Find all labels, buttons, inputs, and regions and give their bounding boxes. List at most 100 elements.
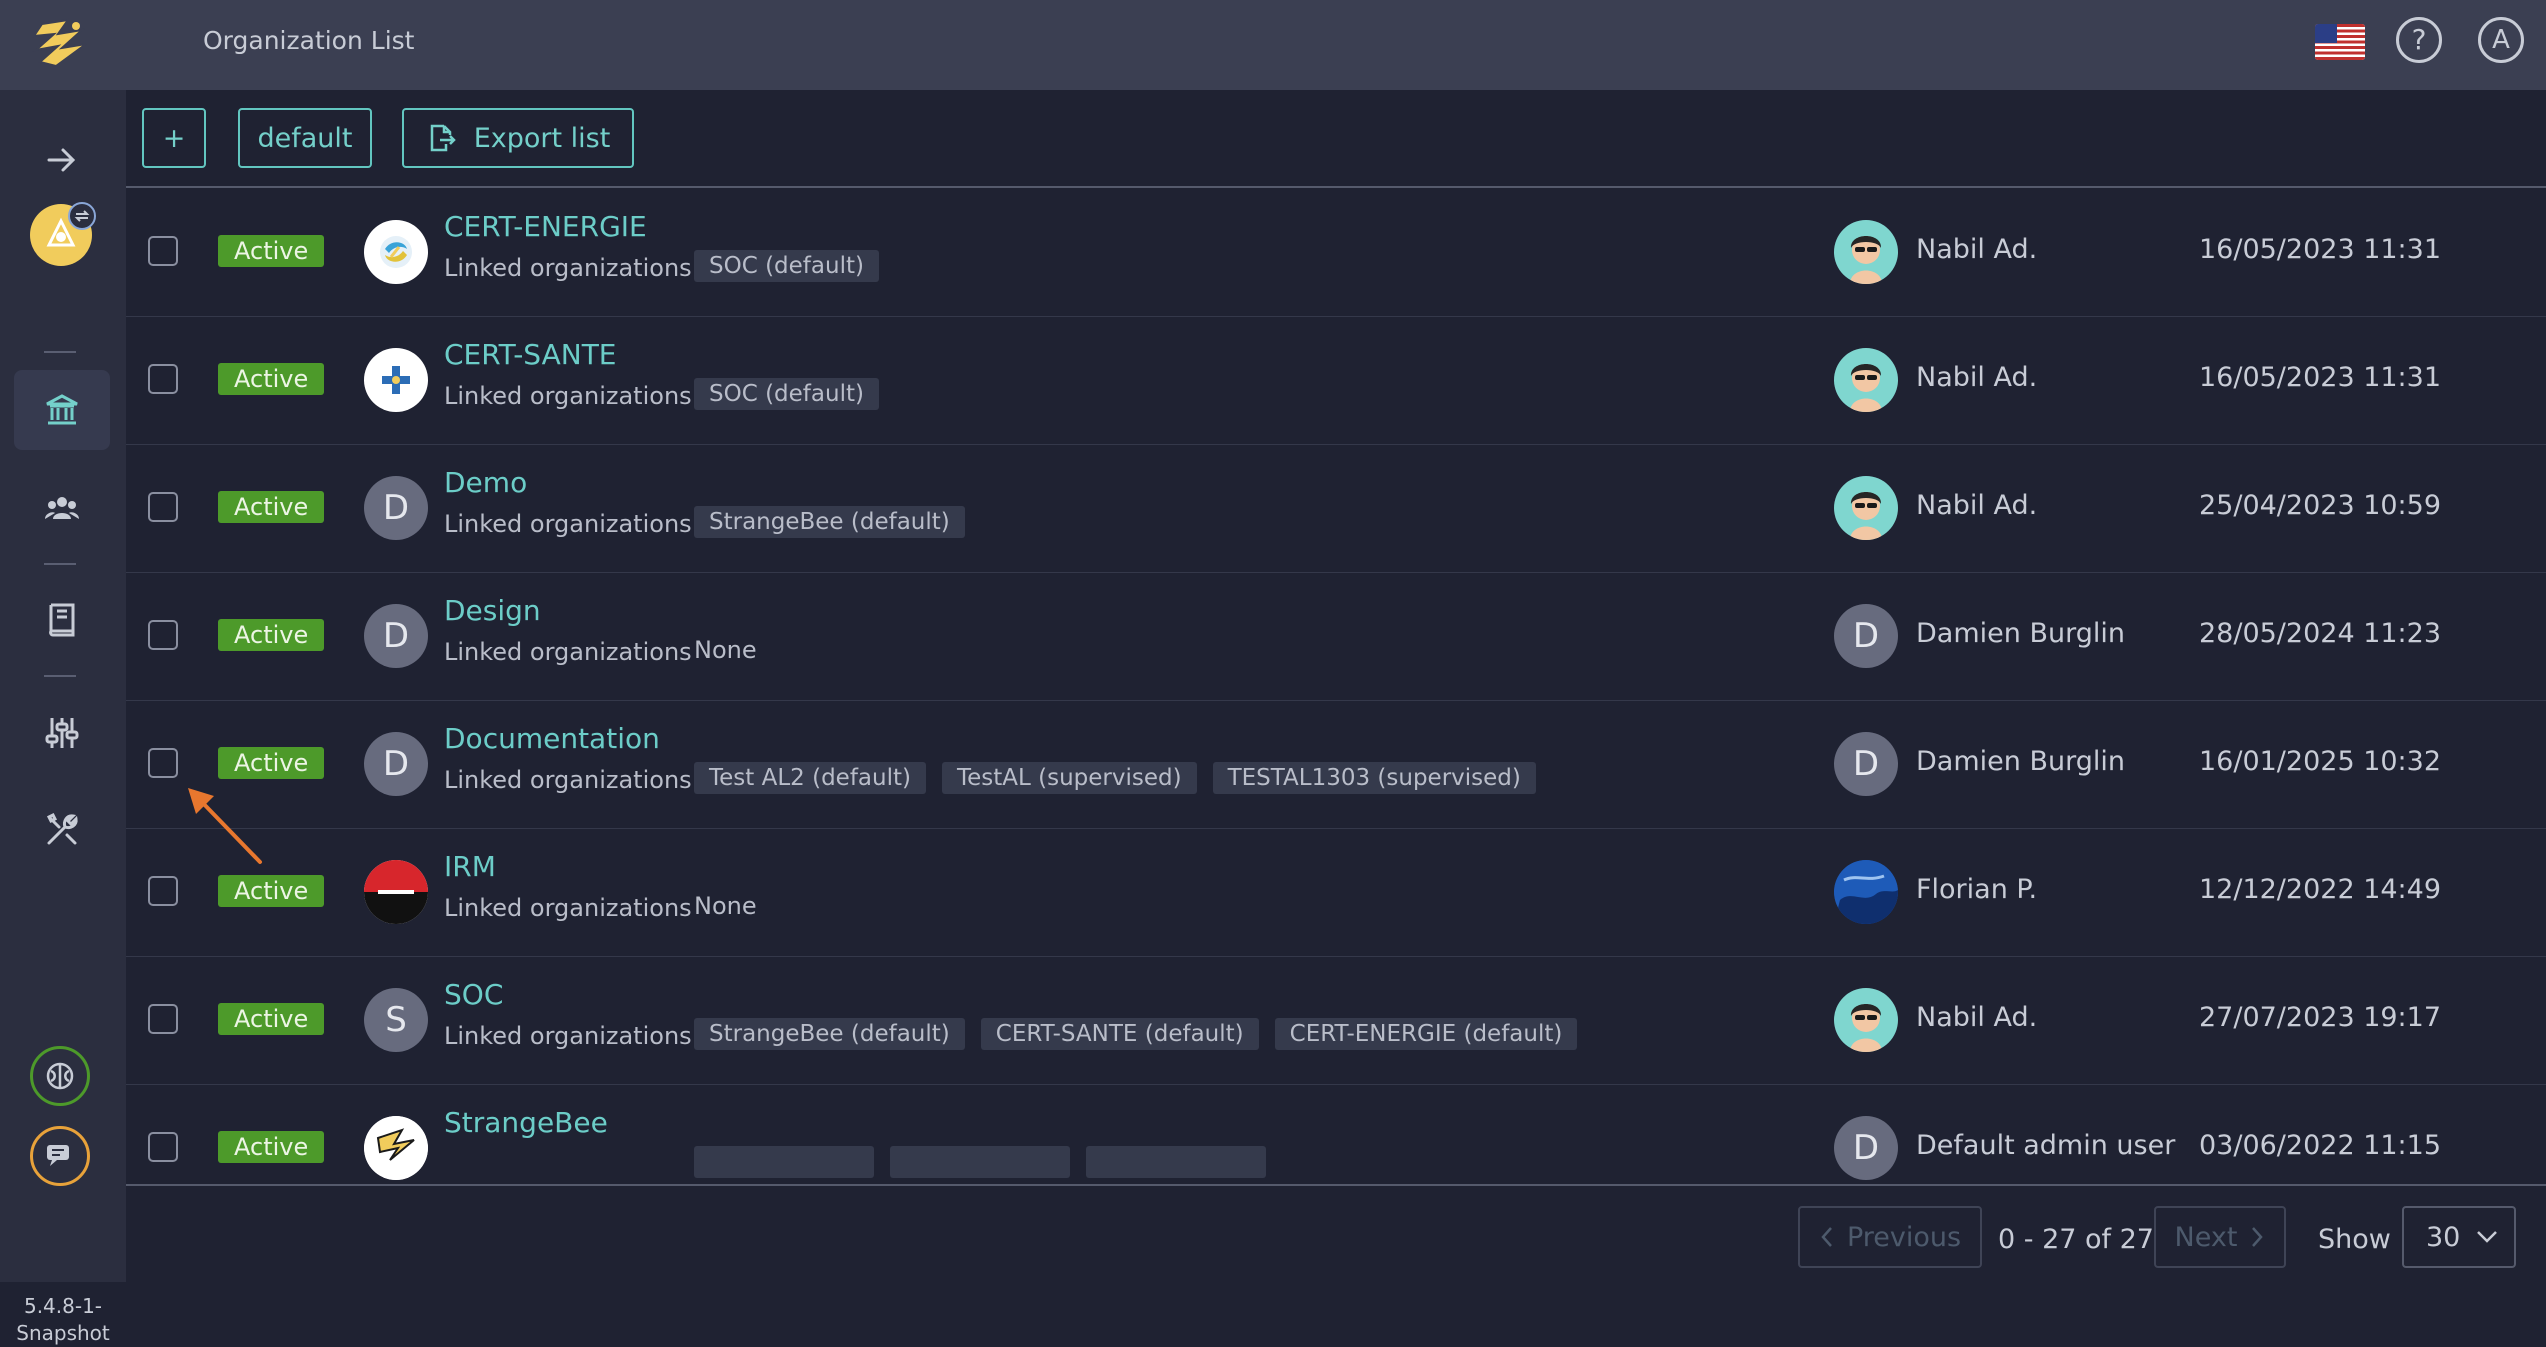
table-row[interactable]: Active CERT-ENERGIE Linked organizations… <box>126 188 2546 317</box>
linked-organizations-tags: SOC (default) <box>694 250 879 282</box>
org-avatar-letter: S <box>364 988 428 1052</box>
default-view-button[interactable]: default <box>238 108 372 168</box>
row-checkbox[interactable] <box>148 748 178 778</box>
user-avatar-letter: D <box>1834 1116 1898 1180</box>
linked-org-tag <box>1086 1146 1266 1178</box>
expand-sidebar-icon[interactable] <box>14 140 110 180</box>
org-name-link[interactable]: Documentation <box>444 722 660 755</box>
toolbar: + default Export list <box>126 90 2546 188</box>
row-checkbox[interactable] <box>148 876 178 906</box>
row-checkbox[interactable] <box>148 492 178 522</box>
org-name-link[interactable]: IRM <box>444 850 496 883</box>
status-badge: Active <box>218 619 325 651</box>
switch-organization-icon[interactable] <box>68 202 96 230</box>
table-row[interactable]: Active D Design Linked organizations Non… <box>126 572 2546 701</box>
page-size-value: 30 <box>2426 1221 2461 1253</box>
org-name-link[interactable]: CERT-SANTE <box>444 338 616 371</box>
org-avatar-letter: D <box>364 604 428 668</box>
sidebar-item-knowledge-base[interactable] <box>14 580 110 660</box>
linked-org-tag: TESTAL1303 (supervised) <box>1212 762 1536 794</box>
top-bar: Organization List ? A <box>0 0 2546 91</box>
sidebar-item-admin-tools[interactable] <box>14 790 110 870</box>
next-page-button[interactable]: Next <box>2154 1206 2286 1268</box>
linked-org-tag: StrangeBee (default) <box>694 506 965 538</box>
row-checkbox[interactable] <box>148 620 178 650</box>
table-row[interactable]: Active StrangeBee D Default admin user 0… <box>126 1084 2546 1184</box>
linked-organizations-label: Linked organizations <box>444 638 692 666</box>
linked-org-tag: StrangeBee (default) <box>694 1018 965 1050</box>
linked-organizations-label: Linked organizations <box>444 254 692 282</box>
org-name-link[interactable]: CERT-ENERGIE <box>444 210 647 243</box>
cortex-brain-icon[interactable] <box>30 1046 90 1106</box>
user-avatar <box>1834 220 1898 284</box>
user-avatar <box>1834 860 1898 924</box>
linked-organizations-tags: StrangeBee (default) <box>694 506 965 538</box>
created-by-user: Florian P. <box>1916 874 2038 905</box>
no-linked-organizations: None <box>694 636 757 664</box>
app-logo-icon[interactable] <box>28 14 94 74</box>
table-row[interactable]: Active D Demo Linked organizations Stran… <box>126 444 2546 573</box>
user-menu-avatar[interactable]: A <box>2478 17 2524 63</box>
linked-organizations-tags <box>694 1146 1266 1178</box>
chat-icon[interactable] <box>30 1126 90 1186</box>
row-checkbox[interactable] <box>148 236 178 266</box>
linked-organizations-tags: StrangeBee (default) CERT-SANTE (default… <box>694 1018 1578 1050</box>
add-organization-button[interactable]: + <box>142 108 206 168</box>
org-logo-cert-sante <box>364 348 428 412</box>
linked-organizations-tags: None <box>694 634 757 666</box>
sidebar-item-organizations[interactable] <box>14 370 110 450</box>
linked-org-tag: SOC (default) <box>694 250 879 282</box>
linked-organizations-label: Linked organizations <box>444 766 692 794</box>
previous-label: Previous <box>1846 1221 1962 1253</box>
book-icon <box>49 603 75 637</box>
row-checkbox[interactable] <box>148 1004 178 1034</box>
row-checkbox[interactable] <box>148 364 178 394</box>
sidebar-item-platform-management[interactable] <box>14 693 110 773</box>
export-list-label: Export list <box>473 122 611 154</box>
table-row[interactable]: Active IRM Linked organizations None Flo… <box>126 828 2546 957</box>
sliders-icon <box>45 718 79 748</box>
us-flag-icon[interactable] <box>2315 24 2365 60</box>
export-list-button[interactable]: Export list <box>402 108 634 168</box>
show-label: Show <box>2318 1224 2391 1255</box>
help-icon[interactable]: ? <box>2396 17 2442 63</box>
app-version: 5.4.8-1-Snapshot <box>16 1294 110 1345</box>
status-badge: Active <box>218 235 325 267</box>
chevron-left-icon <box>1821 1227 1832 1247</box>
status-badge: Active <box>218 491 325 523</box>
previous-page-button[interactable]: Previous <box>1798 1206 1982 1268</box>
linked-organizations-label: Linked organizations <box>444 510 692 538</box>
created-date: 25/04/2023 10:59 <box>2199 490 2442 521</box>
tools-icon <box>46 812 78 845</box>
row-checkbox[interactable] <box>148 1132 178 1162</box>
org-name-link[interactable]: StrangeBee <box>444 1106 608 1139</box>
created-date: 16/05/2023 11:31 <box>2199 362 2442 393</box>
org-name-link[interactable]: Design <box>444 594 541 627</box>
annotation-arrow-icon <box>188 788 262 864</box>
linked-org-tag: SOC (default) <box>694 378 879 410</box>
created-date: 16/01/2025 10:32 <box>2199 746 2442 777</box>
sidebar-item-users[interactable] <box>14 468 110 548</box>
sidebar-divider <box>44 675 76 677</box>
org-name-link[interactable]: SOC <box>444 978 503 1011</box>
user-avatar-letter: D <box>1834 732 1898 796</box>
users-icon <box>45 497 79 519</box>
status-badge: Active <box>218 1003 325 1035</box>
table-row[interactable]: Active CERT-SANTE Linked organizations S… <box>126 316 2546 445</box>
sidebar-divider <box>44 351 76 353</box>
created-by-user: Damien Burglin <box>1916 618 2125 649</box>
created-date: 16/05/2023 11:31 <box>2199 234 2442 265</box>
page-size-select[interactable]: 30 <box>2402 1206 2516 1268</box>
org-logo-cert-energie <box>364 220 428 284</box>
created-by-user: Nabil Ad. <box>1916 362 2038 393</box>
created-date: 03/06/2022 11:15 <box>2199 1130 2442 1161</box>
chevron-down-icon <box>2477 1231 2498 1243</box>
user-avatar <box>1834 988 1898 1052</box>
page-title: Organization List <box>203 26 415 55</box>
table-row[interactable]: Active S SOC Linked organizations Strang… <box>126 956 2546 1085</box>
linked-organizations-tags: None <box>694 890 757 922</box>
user-avatar <box>1834 476 1898 540</box>
linked-org-tag <box>890 1146 1070 1178</box>
org-name-link[interactable]: Demo <box>444 466 527 499</box>
table-row[interactable]: Active D Documentation Linked organizati… <box>126 700 2546 829</box>
